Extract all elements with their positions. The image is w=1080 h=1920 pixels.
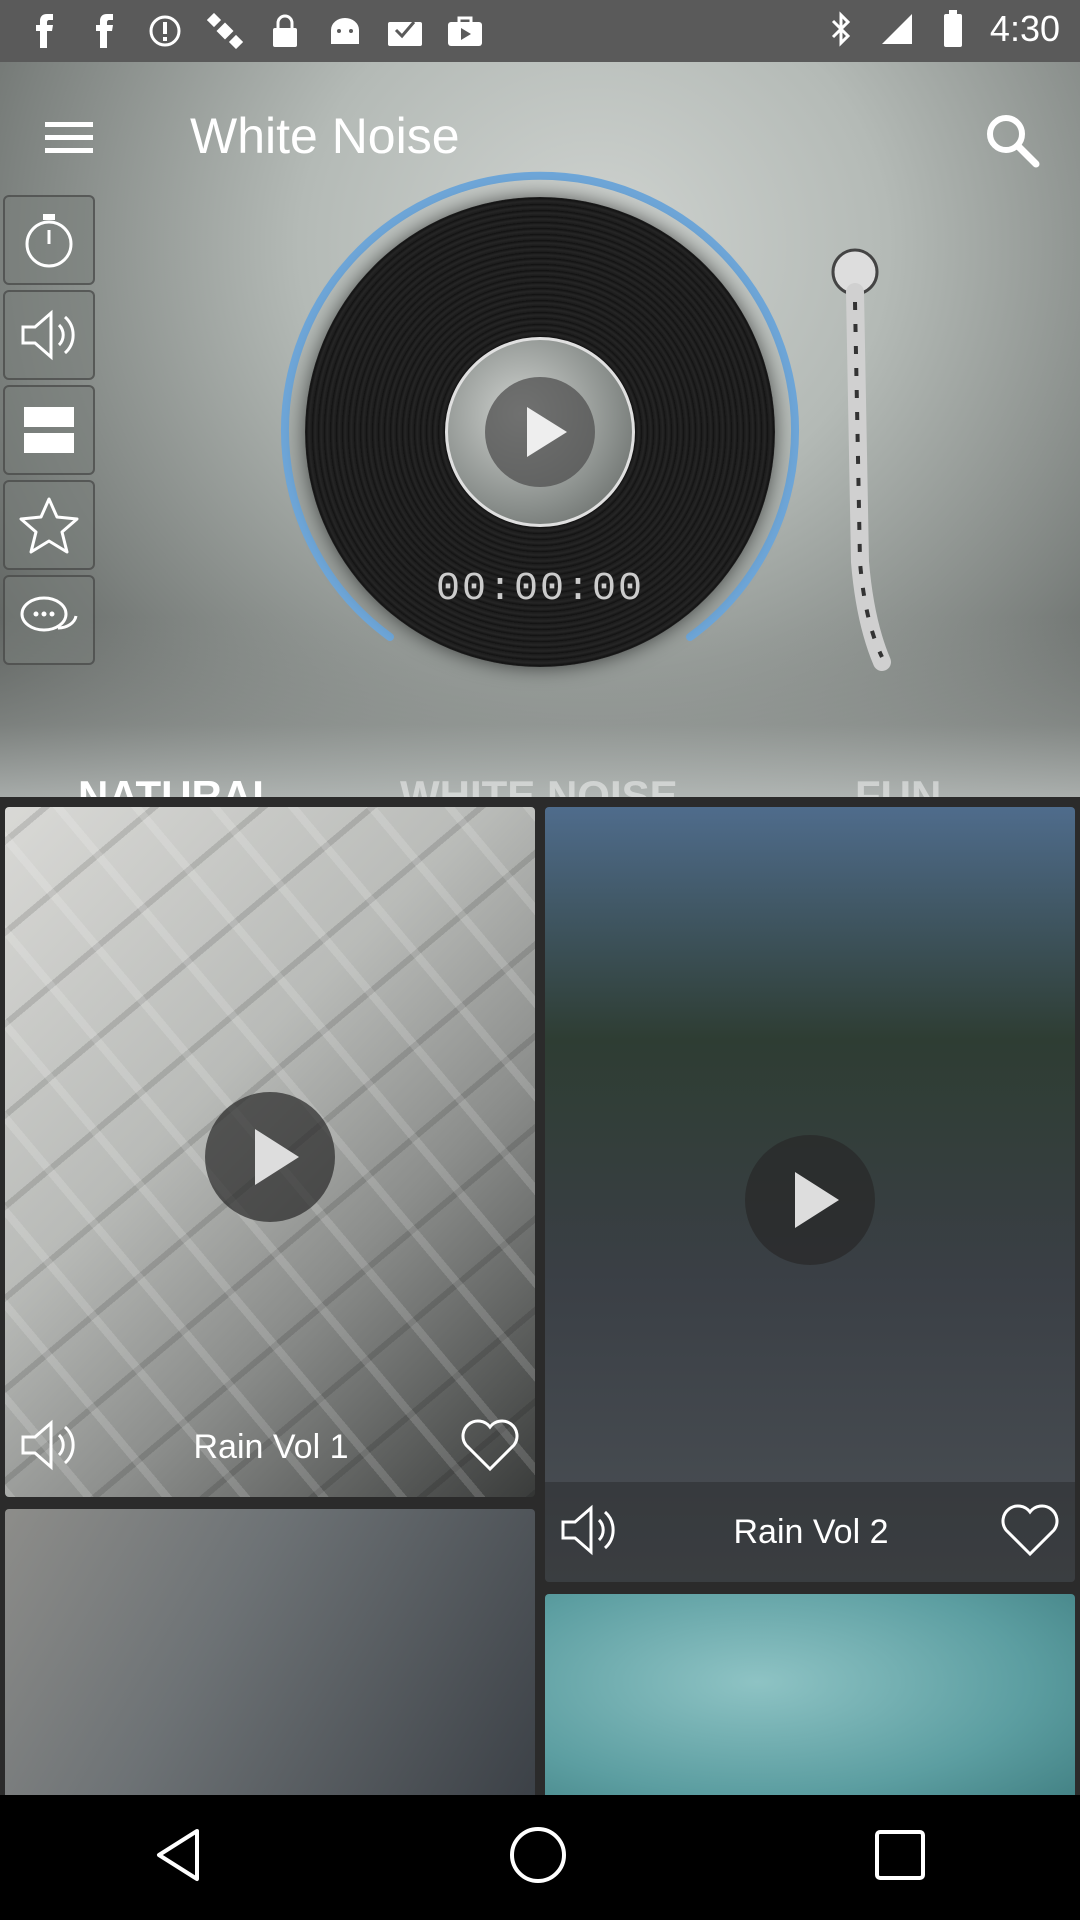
vinyl-player: 00:00:00 (275, 167, 805, 697)
tab-natural[interactable]: NATURAL (78, 772, 278, 797)
track-card[interactable]: Rain Vol 2 (545, 807, 1075, 1582)
volume-icon[interactable] (19, 1419, 83, 1476)
side-toolbar (3, 195, 95, 670)
facebook-icon (86, 12, 124, 50)
bag-icon (446, 12, 484, 50)
track-bar: Rain Vol 2 (545, 1482, 1075, 1582)
status-bar: 4:30 (0, 0, 1080, 62)
satellite-icon (206, 12, 244, 50)
tab-fun[interactable]: FUN (855, 772, 941, 797)
star-icon[interactable] (3, 480, 95, 570)
play-button[interactable] (745, 1135, 875, 1265)
recents-icon[interactable] (873, 1828, 927, 1887)
tab-white-noise[interactable]: WHITE NOISE (400, 772, 678, 797)
heart-icon[interactable] (459, 1417, 521, 1478)
page-title: White Noise (190, 108, 460, 164)
facebook-icon (26, 12, 64, 50)
volume-icon[interactable] (3, 290, 95, 380)
lock-icon (266, 12, 304, 50)
track-title: Rain Vol 1 (193, 1427, 349, 1466)
play-button[interactable] (485, 377, 595, 487)
play-button[interactable] (205, 1092, 335, 1222)
battery-icon (934, 10, 972, 48)
track-card[interactable] (545, 1594, 1075, 1795)
player-panel: White Noise 00:00:00 NATURAL WHITE NOISE… (0, 62, 1080, 797)
android-icon (326, 12, 364, 50)
menu-icon[interactable] (45, 114, 101, 164)
track-grid: Rain Vol 1 Rain Vol 2 (0, 797, 1080, 1795)
layout-icon[interactable] (3, 385, 95, 475)
inbox-icon (386, 12, 424, 50)
tonearm (831, 248, 891, 671)
playback-timer: 00:00:00 (435, 567, 645, 612)
timer-icon[interactable] (3, 195, 95, 285)
bluetooth-icon (822, 10, 860, 48)
chat-icon[interactable] (3, 575, 95, 665)
track-card[interactable] (5, 1509, 535, 1795)
track-card[interactable]: Rain Vol 1 (5, 807, 535, 1497)
clock: 4:30 (989, 8, 1060, 49)
volume-icon[interactable] (559, 1504, 623, 1561)
category-tabs: NATURAL WHITE NOISE FUN (0, 762, 1080, 797)
search-icon[interactable] (978, 106, 1048, 176)
heart-icon[interactable] (999, 1502, 1061, 1563)
notification-icons (26, 12, 484, 50)
back-icon[interactable] (153, 1827, 203, 1888)
track-bar: Rain Vol 1 (5, 1397, 535, 1497)
signal-icon (878, 10, 916, 48)
track-title: Rain Vol 2 (733, 1512, 889, 1551)
home-icon[interactable] (508, 1825, 568, 1890)
alert-icon (146, 12, 184, 50)
system-nav-bar (0, 1795, 1080, 1920)
